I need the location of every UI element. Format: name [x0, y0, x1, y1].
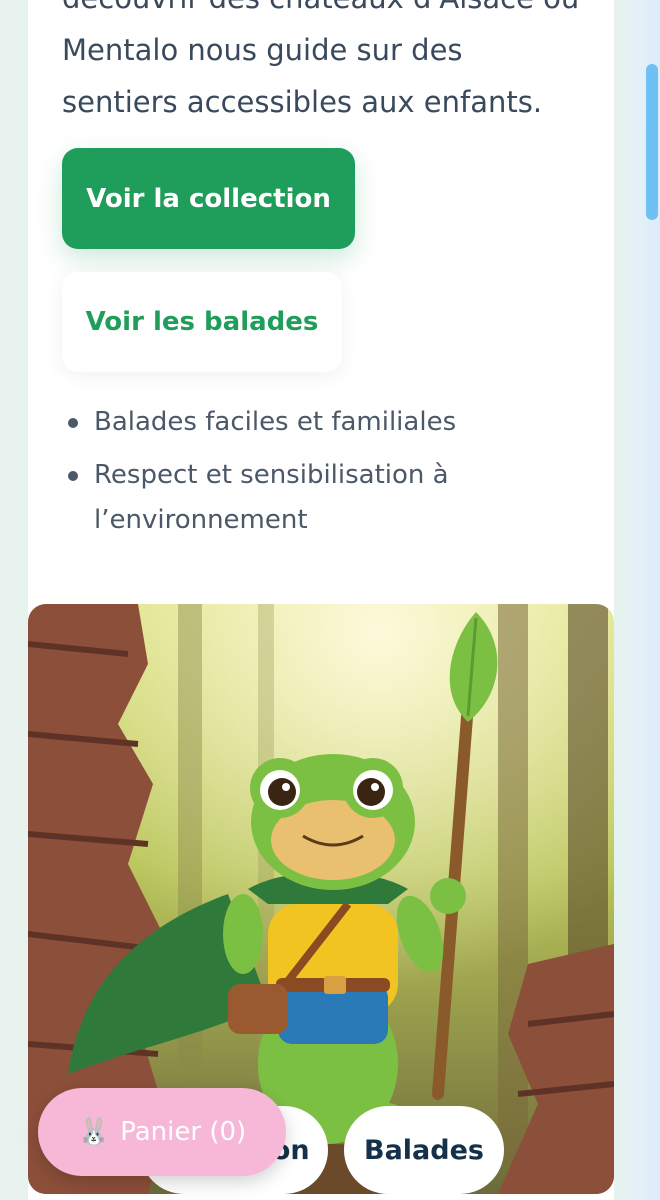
view-walks-label: Voir les balades: [85, 307, 319, 337]
bullet-icon: [68, 418, 78, 428]
hero-tab-balades-label: Balades: [364, 1134, 484, 1166]
view-collection-button[interactable]: Voir la collection: [62, 148, 355, 249]
feature-text: Respect et sensibilisation à l’environne…: [94, 460, 449, 535]
rabbit-icon: 🐰: [77, 1117, 111, 1147]
intro-line-1: découvrir des châteaux d'Alsace où: [62, 0, 579, 15]
feature-item: Respect et sensibilisation à l’environne…: [62, 453, 582, 543]
cart-button[interactable]: 🐰 Panier (0): [38, 1088, 286, 1176]
view-walks-button[interactable]: Voir les balades: [62, 272, 342, 372]
cart-label: Panier (0): [120, 1117, 247, 1147]
view-collection-label: Voir la collection: [86, 183, 331, 214]
bullet-icon: [68, 471, 78, 481]
intro-line-3: sentiers accessibles aux enfants.: [62, 85, 543, 119]
feature-list: Balades faciles et familiales Respect et…: [62, 400, 582, 551]
intro-paragraph: découvrir des châteaux d'Alsace où Menta…: [62, 0, 602, 128]
scrollbar-thumb[interactable]: [646, 64, 658, 220]
hero-tab-balades[interactable]: Balades: [344, 1106, 504, 1194]
intro-line-2: Mentalo nous guide sur des: [62, 33, 463, 67]
feature-text: Balades faciles et familiales: [94, 407, 457, 437]
content-card: découvrir des châteaux d'Alsace où Menta…: [28, 0, 614, 1200]
feature-item: Balades faciles et familiales: [62, 400, 582, 445]
